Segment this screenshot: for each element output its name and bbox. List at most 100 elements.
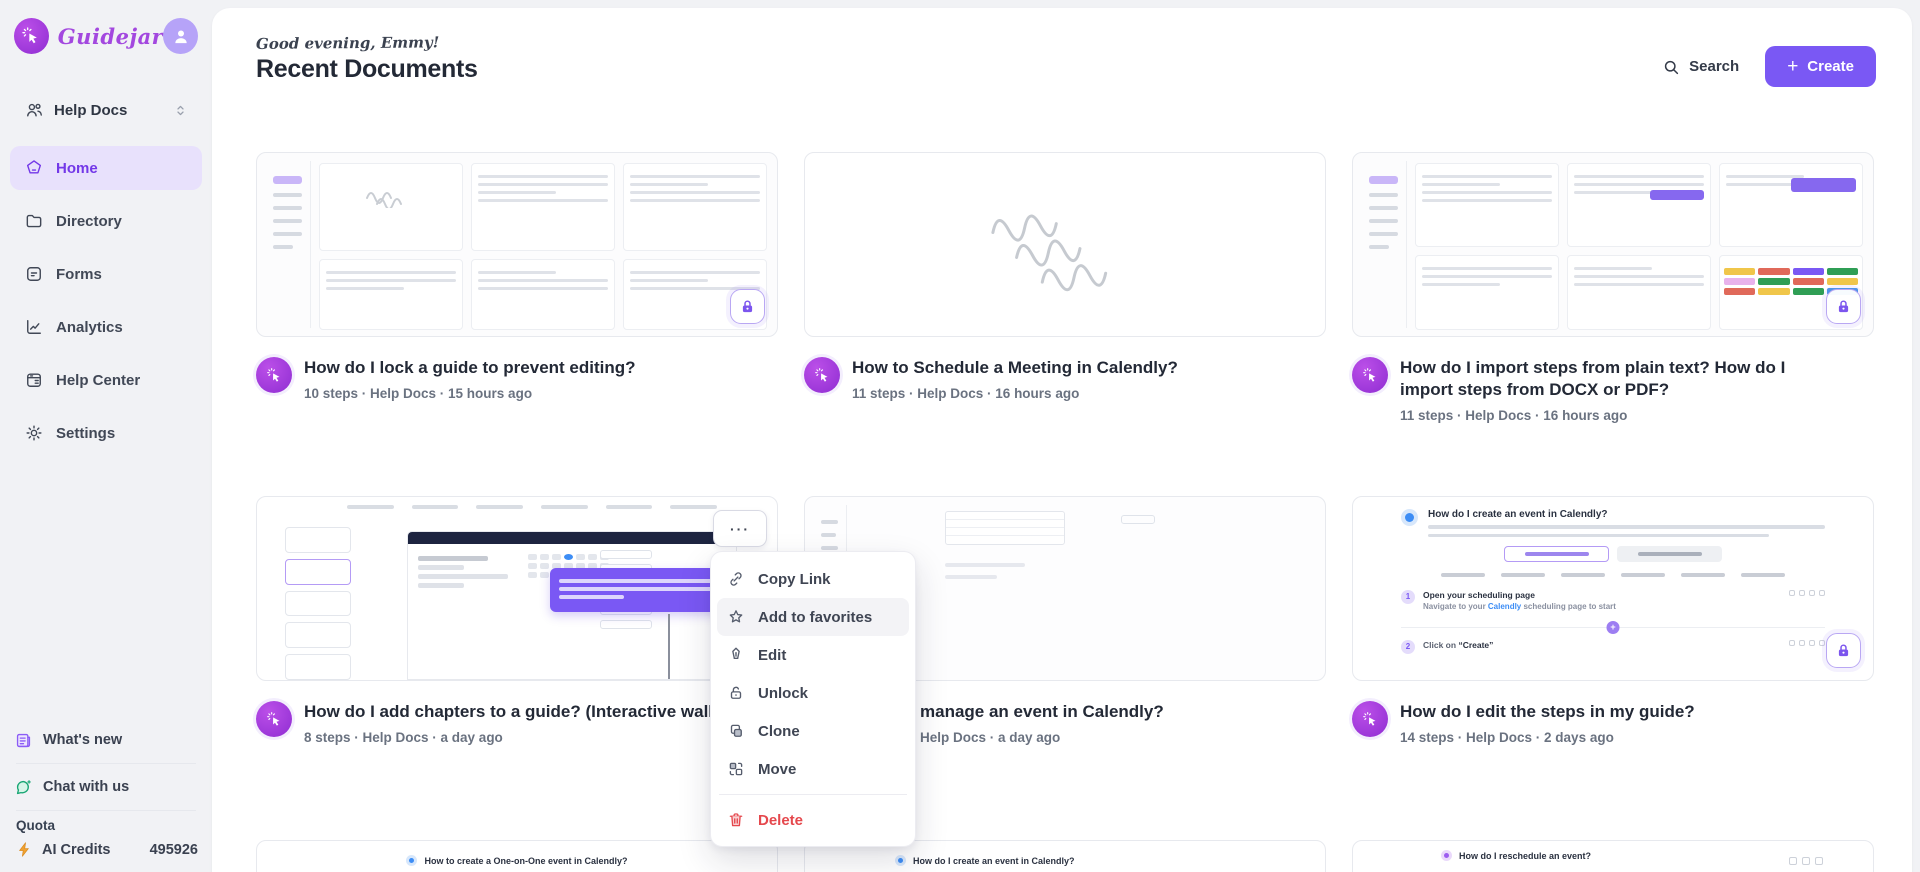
- thumbnail-decoration: [945, 511, 1065, 545]
- context-menu: Copy Link Add to favorites Edit Unlock C…: [710, 551, 916, 847]
- document-title[interactable]: How do I add chapters to a guide? (Inter…: [304, 701, 761, 723]
- menu-item-edit[interactable]: Edit: [717, 636, 909, 674]
- chat-label: Chat with us: [43, 779, 130, 795]
- news-icon: [16, 733, 31, 747]
- header-actions: Search + Create: [1662, 46, 1876, 87]
- document-thumbnail[interactable]: [1352, 152, 1874, 337]
- workspace-label: Help Docs: [54, 101, 128, 119]
- calendly-logo-icon: [1401, 509, 1418, 526]
- lightning-icon: [19, 842, 29, 857]
- avatar[interactable]: [163, 18, 198, 54]
- sidebar-item-directory[interactable]: Directory: [10, 199, 202, 243]
- menu-item-delete[interactable]: Delete: [717, 801, 909, 839]
- document-meta: 11 steps · Help Docs · 16 hours ago: [1400, 407, 1628, 423]
- more-options-button[interactable]: ···: [713, 510, 767, 547]
- sidebar-item-home[interactable]: Home: [10, 146, 202, 190]
- lock-badge: [1826, 289, 1861, 324]
- menu-item-clone[interactable]: Clone: [717, 712, 909, 750]
- search-icon: [1664, 60, 1679, 74]
- thumbnail-toggle-decoration: [1617, 546, 1722, 562]
- purple-tooltip-decoration: [550, 568, 730, 612]
- thumbnail-decoration: [285, 527, 351, 680]
- document-title[interactable]: manage an event in Calendly?: [920, 701, 1164, 723]
- analytics-icon: [27, 320, 41, 334]
- document-card: How do I create an event in Calendly? 1 …: [1352, 496, 1874, 840]
- menu-item-add-to-favorites[interactable]: Add to favorites: [717, 598, 909, 636]
- lock-icon: [1838, 300, 1849, 313]
- thumbnail-decoration: [1415, 163, 1863, 330]
- document-title[interactable]: How do I import steps from plain text? H…: [1400, 357, 1840, 401]
- lock-icon: [742, 300, 753, 313]
- chat-link[interactable]: Chat with us: [14, 771, 198, 803]
- document-title[interactable]: How do I edit the steps in my guide?: [1400, 701, 1695, 723]
- thumbnail-guide-title: How do I create an event in Calendly?: [913, 855, 1075, 866]
- thumbnail-decoration: [319, 163, 767, 330]
- sidebar-item-settings[interactable]: Settings: [10, 411, 202, 455]
- create-label: Create: [1807, 58, 1854, 75]
- whats-new-link[interactable]: What's new: [14, 724, 198, 756]
- document-icon: [804, 357, 840, 393]
- greeting: Good evening, Emmy!: [255, 33, 440, 53]
- help-center-icon: [27, 373, 41, 387]
- plus-icon: +: [1787, 56, 1799, 77]
- sidebar-item-forms[interactable]: Forms: [10, 252, 202, 296]
- quota-label: Quota: [16, 818, 55, 833]
- document-card: How to Schedule a Meeting in Calendly? 1…: [804, 152, 1326, 496]
- menu-item-move[interactable]: Move: [717, 750, 909, 788]
- document-thumbnail[interactable]: [256, 152, 778, 337]
- menu-item-unlock[interactable]: Unlock: [717, 674, 909, 712]
- document-thumbnail[interactable]: How to create a One-on-One event in Cale…: [256, 840, 778, 872]
- chevron-up-down-icon: [177, 105, 184, 115]
- create-button[interactable]: + Create: [1765, 46, 1876, 87]
- lock-badge: [730, 289, 765, 324]
- document-thumbnail[interactable]: [804, 152, 1326, 337]
- star-icon: [729, 610, 743, 623]
- brand-name: Guidejar: [57, 23, 164, 49]
- home-icon: [26, 160, 42, 174]
- thumbnail-guide-title: How do I create an event in Calendly?: [1428, 509, 1608, 520]
- document-title[interactable]: How do I lock a guide to prevent editing…: [304, 357, 636, 379]
- search-button[interactable]: Search: [1662, 58, 1739, 76]
- clone-icon: [730, 724, 742, 737]
- document-title[interactable]: How to Schedule a Meeting in Calendly?: [852, 357, 1178, 379]
- document-icon: [256, 357, 292, 393]
- document-card: How do I lock a guide to prevent editing…: [256, 152, 778, 496]
- document-thumbnail[interactable]: ···: [256, 496, 778, 681]
- trash-icon: [729, 813, 743, 827]
- document-meta: 10 steps · Help Docs · 15 hours ago: [304, 385, 533, 401]
- lock-badge: [1826, 633, 1861, 668]
- logo-row: Guidejar: [0, 0, 212, 54]
- add-step-icon: +: [1606, 620, 1620, 634]
- sidebar-item-label: Settings: [56, 424, 116, 442]
- sidebar-item-analytics[interactable]: Analytics: [10, 305, 202, 349]
- thumbnail-decoration: [1121, 515, 1155, 524]
- sidebar-item-label: Help Center: [56, 371, 141, 389]
- document-card: How do I reschedule an event?: [1352, 840, 1874, 872]
- document-thumbnail[interactable]: How do I create an event in Calendly? 1 …: [1352, 496, 1874, 681]
- sidebar-item-help-center[interactable]: Help Center: [10, 358, 202, 402]
- calendly-logo-icon: [895, 855, 906, 866]
- thumbnail-decoration: [1361, 161, 1407, 328]
- document-icon: [1352, 357, 1388, 393]
- guidejar-logo-icon[interactable]: [14, 18, 49, 54]
- sidebar: Guidejar Help Docs Home Directory Forms …: [0, 0, 212, 872]
- sidebar-nav: Home Directory Forms Analytics Help Cent…: [0, 146, 212, 455]
- user-icon: [174, 30, 187, 44]
- thumbnail-decoration: [265, 161, 311, 328]
- thumbnail-guide-title: How do I reschedule an event?: [1459, 850, 1592, 861]
- step-number: 2: [1401, 639, 1415, 654]
- pen-icon: [732, 647, 740, 660]
- document-icon: [256, 701, 292, 737]
- thumbnail-step-title: Open your scheduling page: [1423, 589, 1535, 600]
- calendly-logo-icon: [406, 855, 418, 866]
- page-title: Recent Documents: [256, 55, 478, 83]
- step-icon: [1441, 850, 1452, 861]
- folder-icon: [26, 214, 42, 228]
- thumbnail-guide-title: How to create a One-on-One event in Cale…: [424, 855, 628, 866]
- document-icon: [1352, 701, 1388, 737]
- page-header: Good evening, Emmy! Recent Documents: [255, 33, 478, 84]
- menu-item-copy-link[interactable]: Copy Link: [717, 560, 909, 598]
- sidebar-item-label: Forms: [56, 265, 102, 283]
- workspace-selector[interactable]: Help Docs: [14, 94, 198, 126]
- document-thumbnail[interactable]: How do I reschedule an event?: [1352, 840, 1874, 872]
